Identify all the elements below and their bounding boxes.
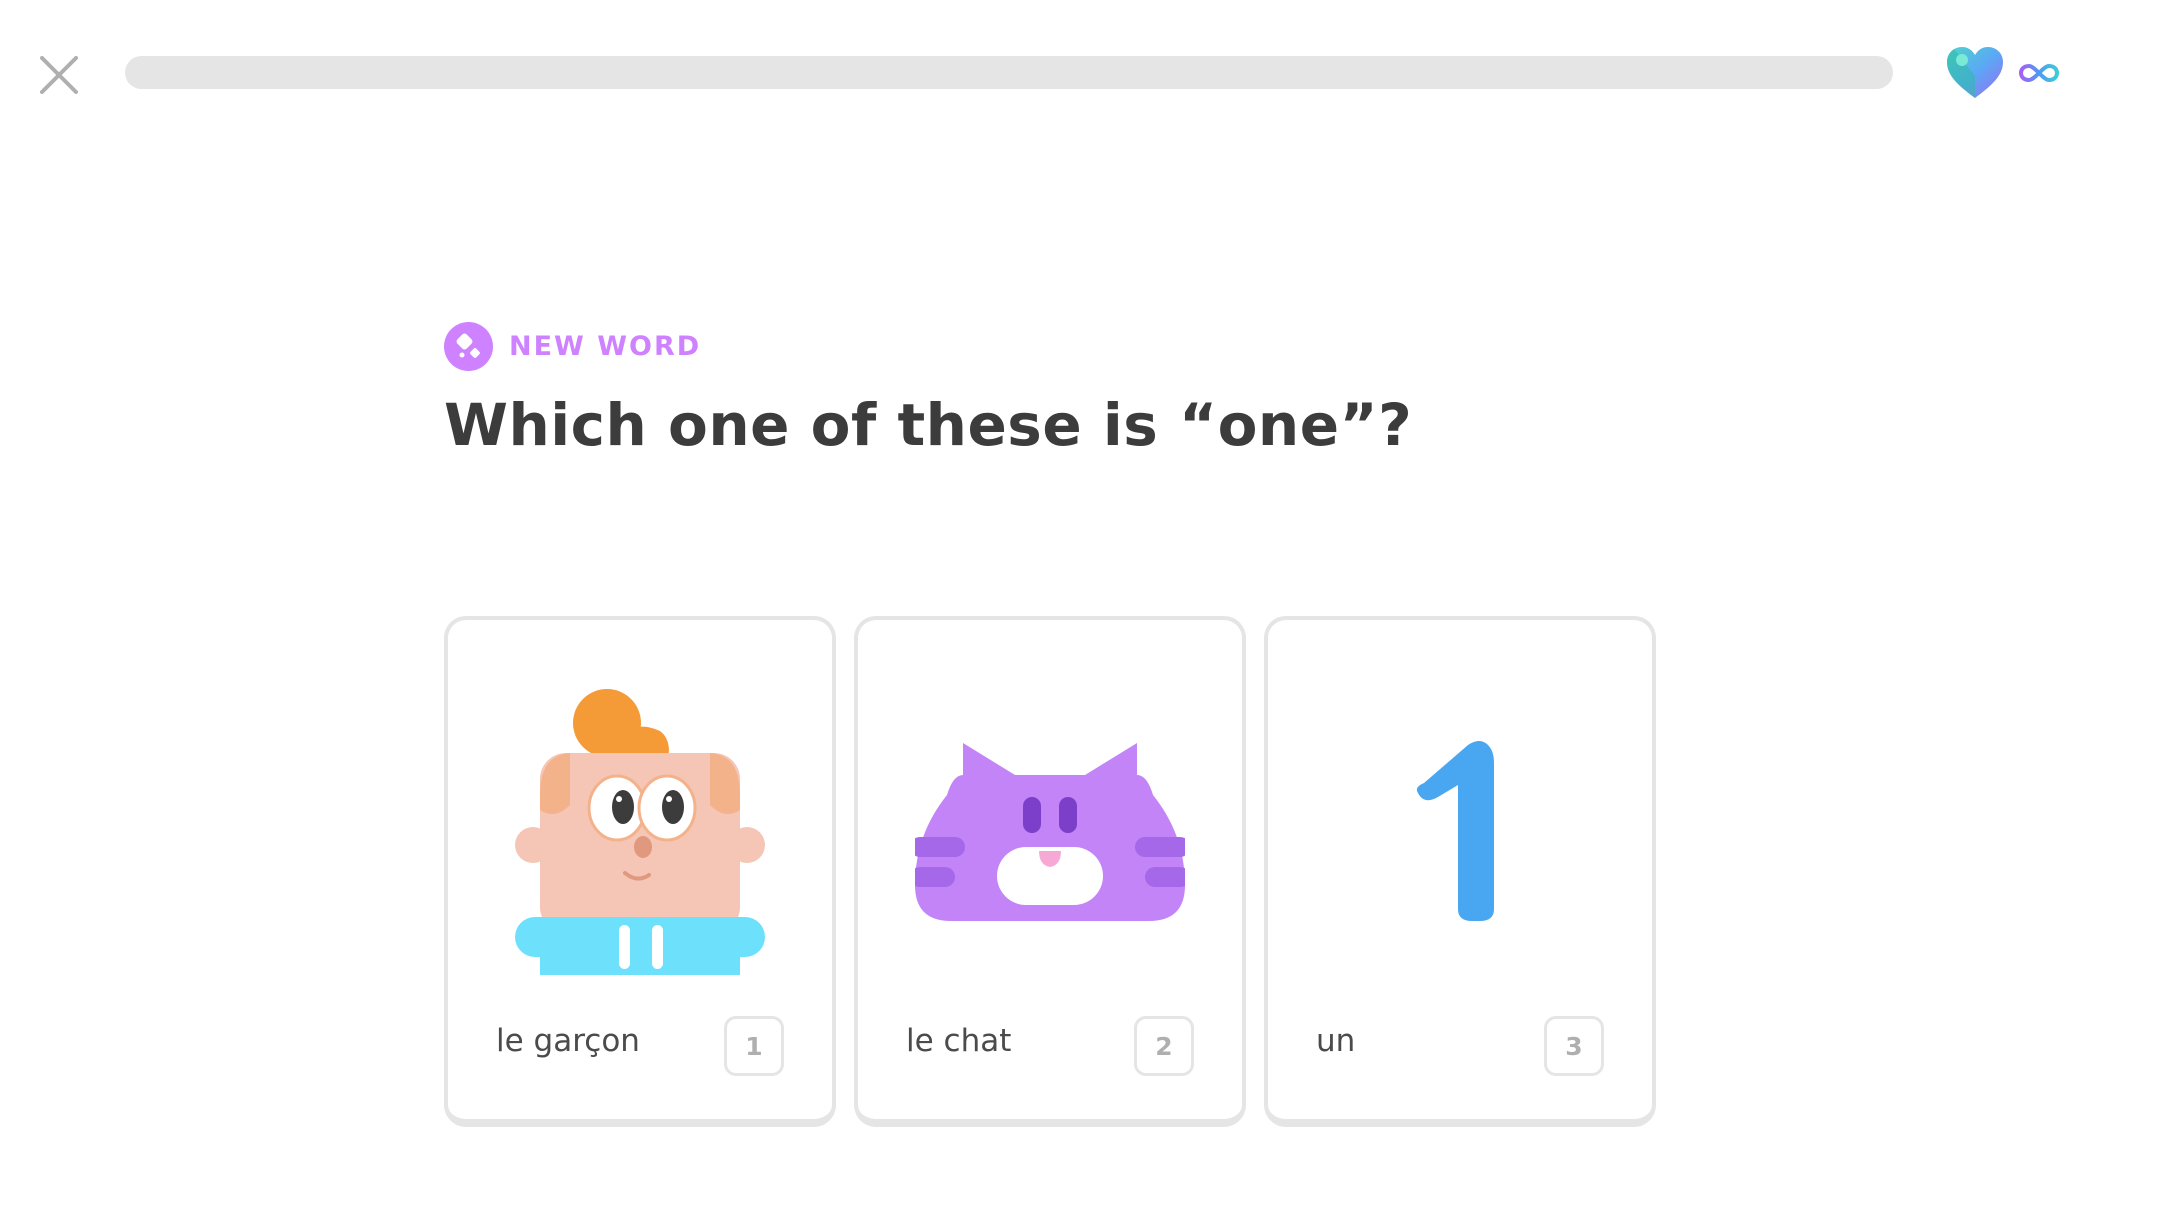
choice-key-badge: 1	[724, 1016, 784, 1076]
close-button[interactable]	[36, 52, 82, 98]
choice-label: un	[1316, 1023, 1356, 1059]
choice-key-badge: 2	[1134, 1016, 1194, 1076]
badge-label: NEW WORD	[509, 331, 702, 362]
challenge-prompt: Which one of these is “one”?	[444, 391, 1413, 459]
choice-card-1[interactable]: le garçon 1	[444, 616, 836, 1127]
cat-illustration	[915, 743, 1185, 921]
gem-heart-icon	[1947, 47, 2003, 98]
infinity-icon	[2019, 63, 2059, 83]
card-art	[858, 680, 1242, 980]
card-art	[1268, 680, 1652, 980]
boy-illustration	[515, 689, 765, 975]
hearts-indicator[interactable]	[1945, 46, 2059, 100]
choice-cards: le garçon 1 le chat 2 un 3	[444, 616, 1656, 1127]
choice-label: le chat	[906, 1023, 1012, 1059]
number-one-illustration	[1416, 741, 1494, 921]
choice-card-3[interactable]: un 3	[1264, 616, 1656, 1127]
card-art	[448, 680, 832, 980]
choice-card-2[interactable]: le chat 2	[854, 616, 1246, 1127]
challenge-header: NEW WORD Which one of these is “one”?	[444, 322, 1412, 459]
lesson-screen: NEW WORD Which one of these is “one”? le…	[0, 0, 2158, 1210]
new-word-icon	[444, 322, 493, 371]
new-word-badge: NEW WORD	[444, 322, 1412, 371]
close-icon	[40, 56, 78, 94]
choice-label: le garçon	[496, 1023, 640, 1059]
choice-key-badge: 3	[1544, 1016, 1604, 1076]
lesson-progress-bar	[125, 56, 1893, 89]
